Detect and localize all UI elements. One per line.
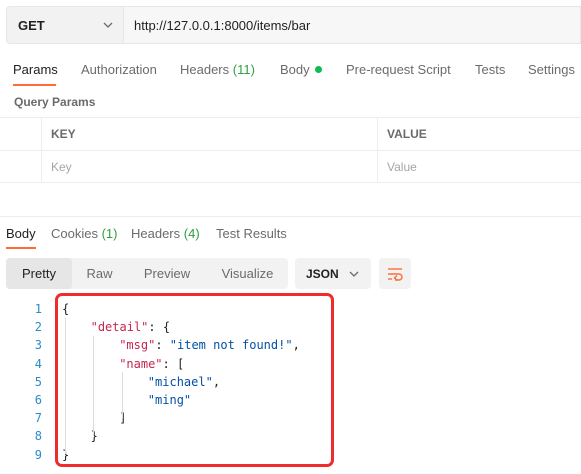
tab-count: (11) [232,62,255,77]
tab-pre-request-script[interactable]: Pre-request Script [346,62,451,77]
line-number: 5 [34,374,42,389]
table-row: Key Value [0,150,581,183]
line-number: 4 [34,356,42,371]
wrap-lines-icon [388,267,403,281]
tab-label: Test Results [216,226,287,241]
param-value-input[interactable]: Value [378,151,581,183]
tab-params[interactable]: Params [13,62,58,77]
pane-divider[interactable] [0,216,581,217]
format-select[interactable]: JSON [295,258,371,289]
line-number: 6 [34,392,42,407]
tab-headers[interactable]: Headers (11) [180,62,255,77]
view-preview-button[interactable]: Preview [127,258,207,289]
chevron-down-icon [349,271,359,277]
wrap-lines-button[interactable] [379,258,411,289]
request-url-bar: GET http://127.0.0.1:8000/items/bar [6,6,581,44]
tab-count: (4) [183,226,200,241]
tab-label: Headers [180,62,230,77]
row-checkbox-cell [0,151,42,183]
table-header-row: KEY VALUE [0,117,581,150]
tab-label: Tests [475,62,506,77]
tab-label: Body [280,62,310,77]
response-tab-headers[interactable]: Headers (4) [131,226,200,241]
request-tabs: Params Authorization Headers (11) Body P… [0,56,581,86]
response-tab-cookies[interactable]: Cookies (1) [51,226,117,241]
tab-label: Cookies [51,226,98,241]
tab-authorization[interactable]: Authorization [81,62,157,77]
tab-body[interactable]: Body [280,62,322,77]
view-mode-toggle: Pretty Raw Preview Visualize [6,258,288,289]
checkbox-column-header [0,118,42,150]
line-number: 2 [34,320,42,335]
tab-settings[interactable]: Settings [528,62,575,77]
value-column-header: VALUE [387,127,427,141]
status-dot-icon [314,66,322,74]
tab-label: Settings [528,62,575,77]
url-input[interactable]: http://127.0.0.1:8000/items/bar [123,6,581,44]
response-tab-body[interactable]: Body [6,226,36,241]
format-label: JSON [306,266,339,281]
line-number: 1 [34,302,42,316]
view-raw-button[interactable]: Raw [72,258,127,289]
view-pretty-button[interactable]: Pretty [6,258,72,289]
active-tab-indicator [13,84,56,86]
tab-label: Body [6,226,36,241]
query-params-title: Query Params [14,95,96,109]
line-number: 7 [34,411,42,426]
view-visualize-button[interactable]: Visualize [207,258,288,289]
tab-label: Pre-request Script [346,62,451,77]
param-key-input[interactable]: Key [42,151,378,183]
query-params-table: KEY VALUE Key Value [0,117,581,183]
tab-label: Authorization [81,62,157,77]
response-tab-test-results[interactable]: Test Results [216,226,287,241]
line-number: 9 [34,447,42,462]
tab-label: Headers [131,226,181,241]
tab-label: Params [13,62,58,77]
highlight-box [55,293,334,467]
http-method-label: GET [18,17,45,33]
chevron-down-icon [103,22,113,28]
tab-tests[interactable]: Tests [475,62,505,77]
tab-count: (1) [101,226,118,241]
http-method-select[interactable]: GET [6,6,123,44]
active-response-tab-indicator [6,247,36,249]
line-number: 3 [34,338,42,353]
key-column-header: KEY [42,118,378,150]
line-number: 8 [34,429,42,444]
